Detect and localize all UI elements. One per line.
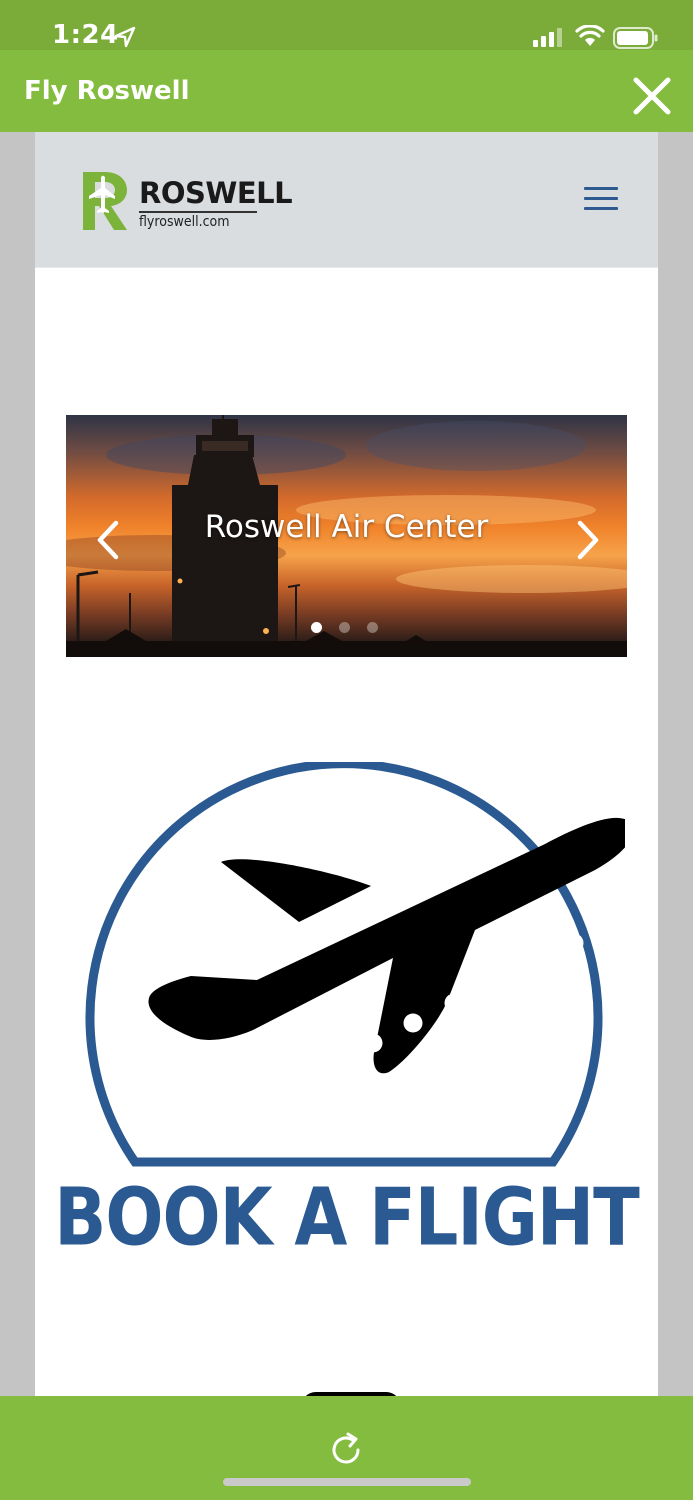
roswell-r-plane-icon [83, 172, 127, 230]
slide-caption: Roswell Air Center [204, 509, 489, 545]
slider-dot-1[interactable] [311, 622, 322, 633]
chevron-left-icon[interactable] [92, 519, 122, 561]
app-title: Fly Roswell [24, 76, 190, 106]
status-bar: 1:24 [0, 0, 693, 50]
hamburger-menu-icon[interactable] [580, 182, 622, 214]
book-a-flight-label[interactable]: BOOK A FLIGHT [35, 1170, 658, 1263]
cellular-signal-icon [533, 28, 562, 47]
close-icon[interactable] [628, 72, 676, 120]
logo-url: flyroswell.com [139, 214, 230, 230]
bottom-toolbar [0, 1396, 693, 1500]
battery-icon [613, 27, 658, 49]
home-indicator[interactable] [223, 1478, 471, 1486]
site-logo[interactable]: ROSWELL flyroswell.com [81, 168, 293, 234]
web-view: ROSWELL flyroswell.com Roswell Air Cente… [35, 132, 658, 1396]
status-time: 1:24 [52, 20, 119, 50]
slider-pagination [311, 620, 391, 634]
app-header: Fly Roswell [0, 50, 693, 132]
refresh-icon[interactable] [326, 1430, 366, 1470]
hero-slider: Roswell Air Center [66, 415, 627, 657]
logo-wordmark: ROSWELL [139, 176, 293, 210]
slider-dot-3[interactable] [367, 622, 378, 633]
location-arrow-icon [114, 26, 136, 48]
wifi-icon [575, 25, 605, 46]
logo-divider [139, 211, 257, 213]
site-header: ROSWELL flyroswell.com [35, 132, 658, 268]
next-service-tile-icon[interactable] [165, 1328, 535, 1396]
chevron-right-icon[interactable] [574, 519, 604, 561]
slider-dot-2[interactable] [339, 622, 350, 633]
